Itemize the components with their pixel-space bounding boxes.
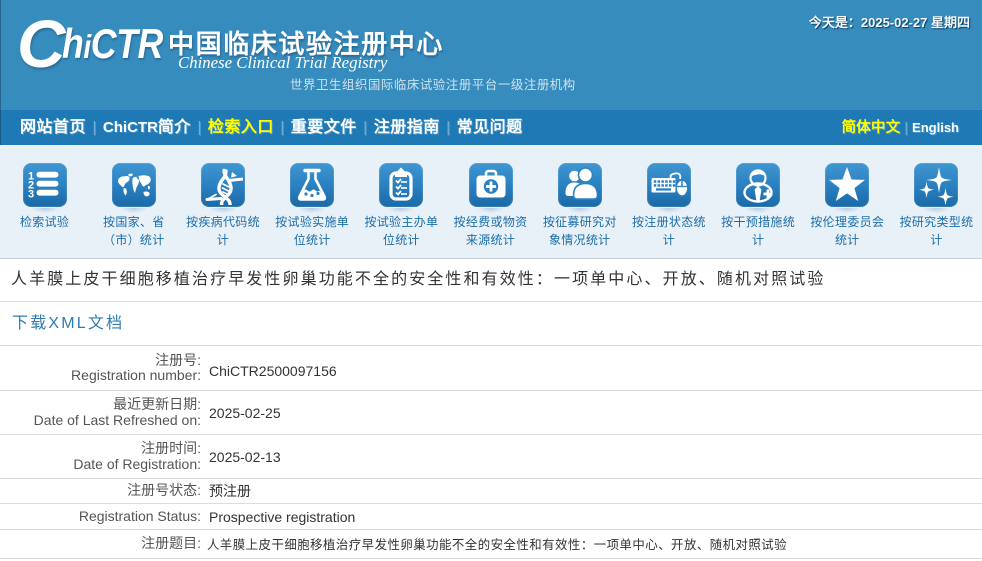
svg-text:3: 3 [28, 189, 34, 201]
